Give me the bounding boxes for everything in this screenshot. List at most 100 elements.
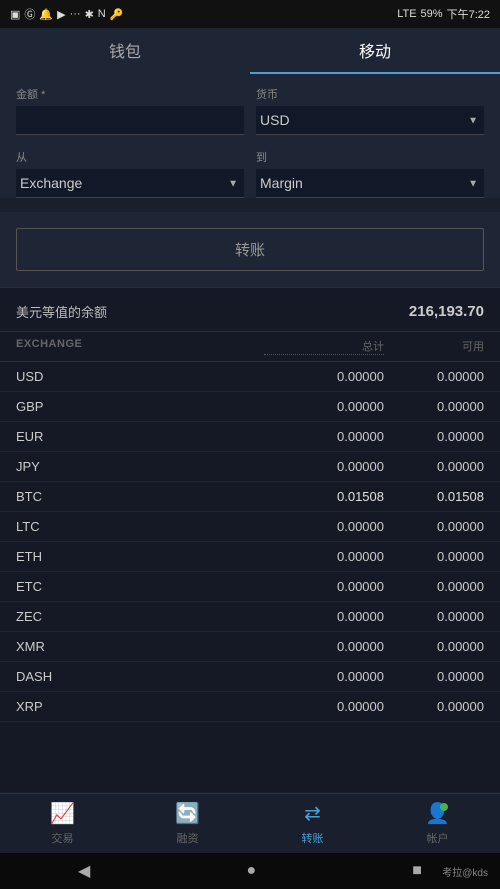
table-row: LTC0.000000.00000 [0, 512, 500, 542]
amount-input[interactable] [16, 106, 244, 135]
home-button[interactable]: ● [246, 862, 256, 880]
row-available: 0.00000 [384, 429, 484, 444]
nav-finance-label: 融资 [177, 830, 199, 846]
status-lte: LTE [397, 8, 416, 20]
row-available: 0.00000 [384, 549, 484, 564]
header-available: 可用 [384, 338, 484, 355]
finance-icon: 🔄 [175, 801, 200, 826]
row-total: 0.01508 [264, 489, 384, 504]
exchange-table: EXCHANGE 总计 可用 USD0.000000.00000GBP0.000… [0, 332, 500, 792]
row-available: 0.00000 [384, 399, 484, 414]
status-icon-6: ✱ [85, 8, 94, 21]
row-total: 0.00000 [264, 579, 384, 594]
row-name: EUR [16, 429, 264, 444]
from-select[interactable]: Exchange [16, 169, 244, 198]
row-total: 0.00000 [264, 459, 384, 474]
tab-move[interactable]: 移动 [250, 28, 500, 74]
back-button[interactable]: ◀ [78, 861, 90, 881]
row-name: GBP [16, 399, 264, 414]
android-bar: ◀ ● ■ 考拉@kds [0, 853, 500, 889]
transfer-icon: ⇄ [304, 801, 321, 826]
currency-select-wrapper: USD [256, 106, 484, 135]
table-rows: USD0.000000.00000GBP0.000000.00000EUR0.0… [0, 362, 500, 722]
balance-value: 216,193.70 [409, 303, 484, 320]
status-icon-8: 🔑 [110, 8, 124, 21]
trade-icon: 📈 [50, 801, 75, 826]
row-name: LTC [16, 519, 264, 534]
nav-account[interactable]: 👤 帐户 [375, 801, 500, 846]
header-total: 总计 [264, 338, 384, 355]
row-name: XRP [16, 699, 264, 714]
table-row: DASH0.000000.00000 [0, 662, 500, 692]
row-total: 0.00000 [264, 429, 384, 444]
row-name: JPY [16, 459, 264, 474]
account-icon-wrapper: 👤 [425, 801, 450, 826]
row-total: 0.00000 [264, 399, 384, 414]
account-online-dot [440, 803, 448, 811]
row-total: 0.00000 [264, 549, 384, 564]
row-name: ETH [16, 549, 264, 564]
nav-trade[interactable]: 📈 交易 [0, 801, 125, 846]
from-group: 从 Exchange [16, 149, 244, 198]
transfer-btn-row: 转账 [0, 212, 500, 287]
to-select-wrapper: Margin [256, 169, 484, 198]
from-label: 从 [16, 149, 244, 165]
row-total: 0.00000 [264, 519, 384, 534]
table-row: USD0.000000.00000 [0, 362, 500, 392]
row-available: 0.00000 [384, 609, 484, 624]
row-available: 0.00000 [384, 639, 484, 654]
row-available: 0.00000 [384, 699, 484, 714]
recents-button[interactable]: ■ [412, 862, 422, 880]
table-row: GBP0.000000.00000 [0, 392, 500, 422]
balance-label: 美元等值的余额 [16, 302, 107, 321]
row-name: XMR [16, 639, 264, 654]
table-row: ETH0.000000.00000 [0, 542, 500, 572]
bottom-nav: 📈 交易 🔄 融资 ⇄ 转账 👤 帐户 [0, 793, 500, 853]
form-row-1: 金额 * 货币 USD [16, 86, 484, 135]
table-row: ETC0.000000.00000 [0, 572, 500, 602]
currency-select[interactable]: USD [256, 106, 484, 135]
row-name: BTC [16, 489, 264, 504]
row-available: 0.00000 [384, 459, 484, 474]
row-available: 0.00000 [384, 519, 484, 534]
status-bar: ▣ Ⓖ 🔔 ▶ ··· ✱ N 🔑 LTE 59% 下午7:22 [0, 0, 500, 28]
balance-section: 美元等值的余额 216,193.70 [0, 287, 500, 332]
transfer-button[interactable]: 转账 [16, 228, 484, 271]
row-available: 0.00000 [384, 579, 484, 594]
amount-group: 金额 * [16, 86, 244, 135]
row-available: 0.00000 [384, 369, 484, 384]
status-icon-7: N [98, 8, 106, 20]
table-row: XMR0.000000.00000 [0, 632, 500, 662]
status-icon-1: ▣ [10, 8, 20, 21]
row-available: 0.01508 [384, 489, 484, 504]
amount-label: 金额 * [16, 86, 244, 102]
section-label: EXCHANGE [16, 338, 264, 355]
to-label: 到 [256, 149, 484, 165]
table-row: BTC0.015080.01508 [0, 482, 500, 512]
nav-finance[interactable]: 🔄 融资 [125, 801, 250, 846]
row-total: 0.00000 [264, 639, 384, 654]
row-name: DASH [16, 669, 264, 684]
row-total: 0.00000 [264, 699, 384, 714]
form-area: 金额 * 货币 USD 从 Exchange 到 [0, 74, 500, 198]
to-group: 到 Margin [256, 149, 484, 198]
table-row: ZEC0.000000.00000 [0, 602, 500, 632]
nav-transfer[interactable]: ⇄ 转账 [250, 801, 375, 846]
status-icon-2: Ⓖ [24, 6, 35, 22]
nav-account-label: 帐户 [427, 830, 449, 846]
currency-group: 货币 USD [256, 86, 484, 135]
nav-transfer-label: 转账 [302, 830, 324, 846]
tab-wallet[interactable]: 钱包 [0, 28, 250, 74]
row-name: ETC [16, 579, 264, 594]
nav-trade-label: 交易 [52, 830, 74, 846]
row-total: 0.00000 [264, 609, 384, 624]
status-icon-3: 🔔 [39, 8, 53, 21]
table-row: XRP0.000000.00000 [0, 692, 500, 722]
from-select-wrapper: Exchange [16, 169, 244, 198]
table-row: EUR0.000000.00000 [0, 422, 500, 452]
status-icon-5: ··· [70, 8, 81, 20]
status-left: ▣ Ⓖ 🔔 ▶ ··· ✱ N 🔑 [10, 6, 123, 22]
row-total: 0.00000 [264, 369, 384, 384]
to-select[interactable]: Margin [256, 169, 484, 198]
row-name: USD [16, 369, 264, 384]
